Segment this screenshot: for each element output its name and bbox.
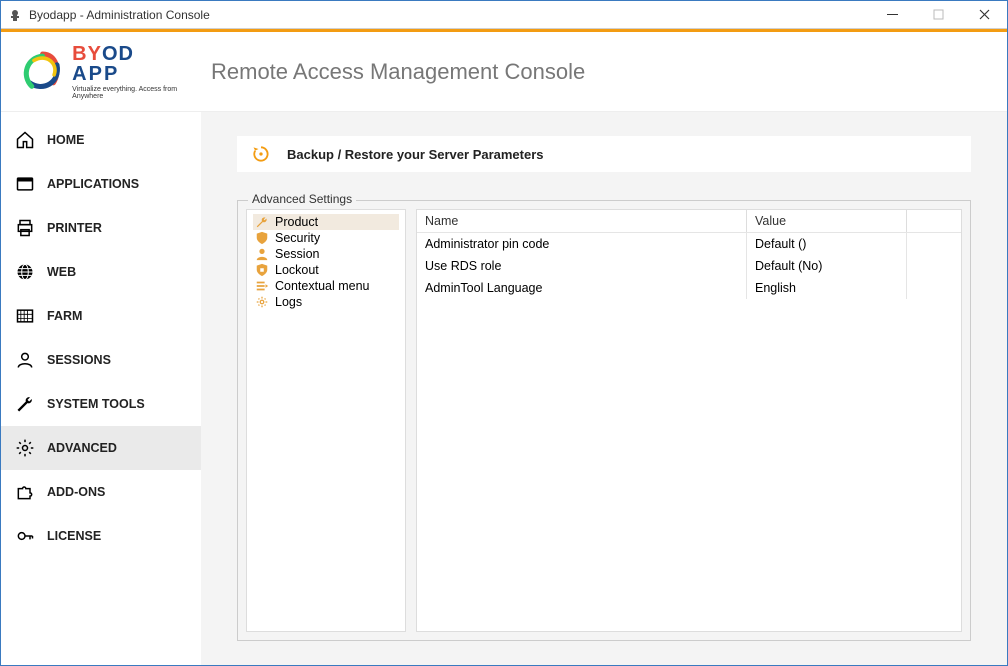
sidebar-nav: HOME APPLICATIONS PRINTER WEB FARM SESSI… bbox=[1, 112, 201, 665]
wrench-icon bbox=[255, 215, 269, 229]
sidebar-item-label: LICENSE bbox=[47, 529, 101, 543]
restore-icon bbox=[251, 144, 271, 164]
farm-icon bbox=[15, 306, 35, 326]
fieldset-legend: Advanced Settings bbox=[248, 192, 356, 206]
category-contextual-menu[interactable]: Contextual menu bbox=[253, 278, 399, 294]
applications-icon bbox=[15, 174, 35, 194]
window-title: Byodapp - Administration Console bbox=[29, 8, 869, 22]
backup-restore-button[interactable]: Backup / Restore your Server Parameters bbox=[237, 136, 971, 172]
column-header-name[interactable]: Name bbox=[417, 210, 747, 232]
category-label: Logs bbox=[275, 295, 302, 309]
content-area: Backup / Restore your Server Parameters … bbox=[201, 112, 1007, 665]
brand-logo: BYOD APP Virtualize everything. Access f… bbox=[21, 44, 191, 100]
page-title: Remote Access Management Console bbox=[211, 59, 585, 85]
sidebar-item-system-tools[interactable]: SYSTEM TOOLS bbox=[1, 382, 201, 426]
sidebar-item-sessions[interactable]: SESSIONS bbox=[1, 338, 201, 382]
category-label: Session bbox=[275, 247, 319, 261]
sidebar-item-advanced[interactable]: ADVANCED bbox=[1, 426, 201, 470]
gear-icon bbox=[15, 438, 35, 458]
sidebar-item-label: WEB bbox=[47, 265, 76, 279]
sidebar-item-label: ADVANCED bbox=[47, 441, 117, 455]
maximize-button bbox=[915, 1, 961, 28]
sessions-icon bbox=[15, 350, 35, 370]
close-button[interactable] bbox=[961, 1, 1007, 28]
user-icon bbox=[255, 247, 269, 261]
setting-value: Default () bbox=[747, 233, 907, 255]
category-label: Contextual menu bbox=[275, 279, 370, 293]
window-titlebar: Byodapp - Administration Console bbox=[1, 1, 1007, 29]
setting-name: AdminTool Language bbox=[417, 277, 747, 299]
category-security[interactable]: Security bbox=[253, 230, 399, 246]
category-label: Lockout bbox=[275, 263, 319, 277]
settings-category-list: Product Security Session Lockout Context… bbox=[246, 209, 406, 632]
table-row[interactable]: AdminTool Language English bbox=[417, 277, 961, 299]
table-row[interactable]: Administrator pin code Default () bbox=[417, 233, 961, 255]
category-label: Product bbox=[275, 215, 318, 229]
category-logs[interactable]: Logs bbox=[253, 294, 399, 310]
table-row[interactable]: Use RDS role Default (No) bbox=[417, 255, 961, 277]
logo-mark-icon bbox=[21, 47, 64, 97]
window-controls bbox=[869, 1, 1007, 28]
minimize-button[interactable] bbox=[869, 1, 915, 28]
shield-lock-icon bbox=[255, 263, 269, 277]
sidebar-item-label: SYSTEM TOOLS bbox=[47, 397, 145, 411]
brand-text-top-left: BY bbox=[72, 43, 102, 65]
settings-table: Name Value Administrator pin code Defaul… bbox=[416, 209, 962, 632]
category-product[interactable]: Product bbox=[253, 214, 399, 230]
setting-value: Default (No) bbox=[747, 255, 907, 277]
sidebar-item-web[interactable]: WEB bbox=[1, 250, 201, 294]
category-label: Security bbox=[275, 231, 320, 245]
backup-restore-label: Backup / Restore your Server Parameters bbox=[287, 147, 544, 162]
app-header: BYOD APP Virtualize everything. Access f… bbox=[1, 32, 1007, 112]
category-session[interactable]: Session bbox=[253, 246, 399, 262]
sidebar-item-license[interactable]: LICENSE bbox=[1, 514, 201, 558]
setting-name: Use RDS role bbox=[417, 255, 747, 277]
app-icon bbox=[7, 7, 23, 23]
sidebar-item-home[interactable]: HOME bbox=[1, 118, 201, 162]
menu-icon bbox=[255, 279, 269, 293]
sidebar-item-label: PRINTER bbox=[47, 221, 102, 235]
sidebar-item-addons[interactable]: ADD-ONS bbox=[1, 470, 201, 514]
sidebar-item-applications[interactable]: APPLICATIONS bbox=[1, 162, 201, 206]
sidebar-item-farm[interactable]: FARM bbox=[1, 294, 201, 338]
category-lockout[interactable]: Lockout bbox=[253, 262, 399, 278]
home-icon bbox=[15, 130, 35, 150]
setting-value: English bbox=[747, 277, 907, 299]
sidebar-item-label: APPLICATIONS bbox=[47, 177, 139, 191]
sidebar-item-label: SESSIONS bbox=[47, 353, 111, 367]
printer-icon bbox=[15, 218, 35, 238]
table-header: Name Value bbox=[417, 210, 961, 233]
brand-text-top-right: OD bbox=[102, 43, 134, 65]
globe-icon bbox=[15, 262, 35, 282]
wrench-icon bbox=[15, 394, 35, 414]
sidebar-item-label: ADD-ONS bbox=[47, 485, 105, 499]
column-header-value[interactable]: Value bbox=[747, 210, 907, 232]
shield-icon bbox=[255, 231, 269, 245]
sidebar-item-label: HOME bbox=[47, 133, 85, 147]
brand-text-bottom: APP bbox=[72, 64, 191, 84]
puzzle-icon bbox=[15, 482, 35, 502]
sidebar-item-label: FARM bbox=[47, 309, 82, 323]
sidebar-item-printer[interactable]: PRINTER bbox=[1, 206, 201, 250]
gear-icon bbox=[255, 295, 269, 309]
advanced-settings-fieldset: Advanced Settings Product Security Sessi… bbox=[237, 200, 971, 641]
brand-tagline: Virtualize everything. Access from Anywh… bbox=[72, 86, 191, 100]
setting-name: Administrator pin code bbox=[417, 233, 747, 255]
key-icon bbox=[15, 526, 35, 546]
